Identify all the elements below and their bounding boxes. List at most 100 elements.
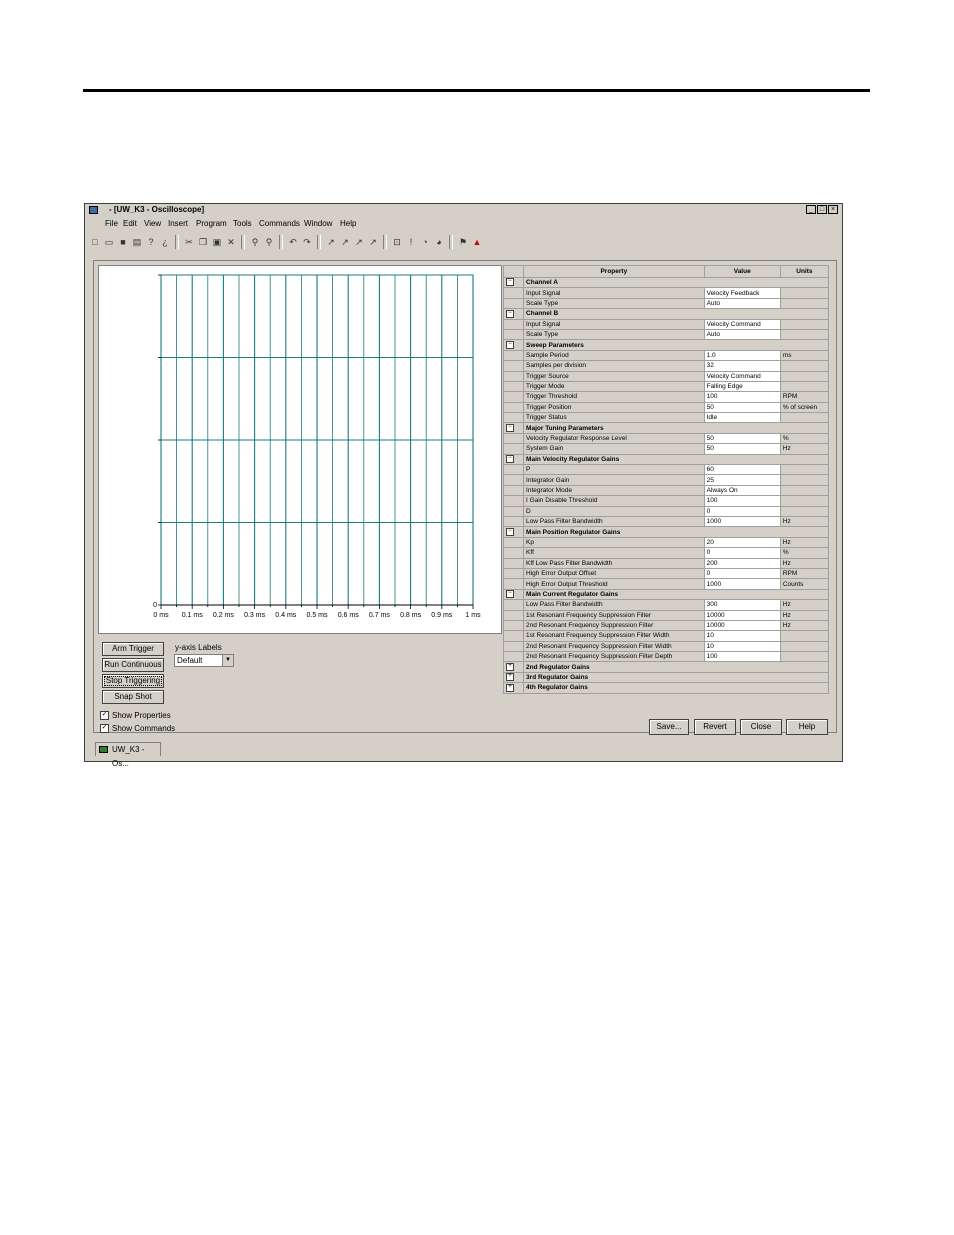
stop-icon[interactable]: ! bbox=[405, 236, 417, 248]
delete-icon[interactable]: ✕ bbox=[225, 236, 237, 248]
property-value[interactable]: 50 bbox=[703, 443, 781, 455]
expander-cell[interactable]: − bbox=[502, 276, 525, 289]
expander-cell[interactable]: − bbox=[502, 453, 525, 466]
property-category-row[interactable]: − Main Current Regulator Gains bbox=[502, 588, 829, 601]
property-category-row[interactable]: − Channel B bbox=[502, 308, 829, 320]
menu-insert[interactable]: Insert bbox=[168, 219, 188, 228]
property-value[interactable]: 10000 bbox=[703, 619, 781, 632]
property-row[interactable]: P 60 bbox=[502, 464, 830, 476]
property-row[interactable]: 1st Resonant Frequency Suppression Filte… bbox=[502, 630, 830, 642]
show-commands-checkbox[interactable]: ✓ Show Commands bbox=[100, 724, 175, 733]
expand-icon[interactable]: + bbox=[506, 662, 514, 671]
property-row[interactable]: Kp 20 Hz bbox=[502, 536, 830, 549]
collapse-icon[interactable]: − bbox=[506, 424, 514, 432]
property-row[interactable]: Low Pass Filter Bandwidth 1000 Hz bbox=[502, 515, 830, 528]
collapse-icon[interactable]: − bbox=[506, 590, 514, 599]
menu-program[interactable]: Program bbox=[196, 219, 227, 228]
menu-help[interactable]: Help bbox=[340, 219, 356, 228]
expand-icon[interactable]: + bbox=[506, 683, 514, 692]
expander-cell[interactable]: + bbox=[502, 682, 525, 694]
collapse-icon[interactable]: − bbox=[506, 309, 514, 318]
monitor-icon[interactable]: ◕ bbox=[433, 236, 445, 248]
expand-icon[interactable]: + bbox=[506, 673, 514, 682]
property-row[interactable]: Trigger Mode Falling Edge bbox=[502, 380, 830, 393]
property-row[interactable]: System Gain 50 Hz bbox=[502, 443, 830, 455]
property-row[interactable]: I Gain Disable Threshold 100 bbox=[502, 495, 830, 507]
print-icon[interactable]: ▤ bbox=[131, 236, 143, 248]
property-row[interactable]: D0 bbox=[502, 505, 830, 518]
expander-cell[interactable]: + bbox=[502, 671, 525, 684]
verify-icon[interactable]: ↗ bbox=[325, 236, 337, 248]
save-icon[interactable]: ■ bbox=[117, 236, 129, 248]
property-category-row[interactable]: +4th Regulator Gains bbox=[502, 682, 829, 694]
property-value[interactable]: 50 bbox=[703, 401, 781, 414]
property-row[interactable]: 2nd Resonant Frequency Suppression Filte… bbox=[502, 619, 830, 632]
property-row[interactable]: High Error Output Offset 0 RPM bbox=[502, 567, 830, 580]
property-category-row[interactable]: − Sweep Parameters bbox=[502, 339, 829, 351]
collapse-icon[interactable]: − bbox=[506, 527, 514, 536]
run-icon[interactable]: ◔ bbox=[419, 236, 431, 248]
expander-cell[interactable]: − bbox=[502, 526, 525, 538]
property-row[interactable]: Trigger Threshold 100 RPM bbox=[502, 391, 830, 403]
minimize-button[interactable]: _ bbox=[806, 205, 816, 214]
property-category-row[interactable]: − Main Velocity Regulator Gains bbox=[502, 453, 829, 466]
property-value[interactable]: Falling Edge bbox=[703, 380, 781, 393]
menu-commands[interactable]: Commands bbox=[259, 219, 300, 228]
open-icon[interactable]: ▭ bbox=[103, 236, 115, 248]
property-value[interactable]: 300 bbox=[703, 599, 781, 611]
property-row[interactable]: Sample Period 1.0 ms bbox=[502, 349, 830, 362]
compile-icon[interactable]: ↗ bbox=[339, 236, 351, 248]
new-icon[interactable]: □ bbox=[89, 236, 101, 248]
close-button[interactable]: Close bbox=[740, 719, 782, 735]
expander-cell[interactable]: − bbox=[502, 308, 525, 320]
tab-oscilloscope[interactable]: UW_K3 - Os... bbox=[95, 742, 161, 768]
property-row[interactable]: 2nd Resonant Frequency Suppression Filte… bbox=[502, 651, 830, 663]
collapse-icon[interactable]: − bbox=[506, 340, 514, 349]
find-icon[interactable]: ⚲ bbox=[249, 236, 261, 248]
property-value[interactable]: Velocity Feedback bbox=[703, 287, 781, 299]
property-row[interactable]: Samples per division 32 bbox=[502, 360, 830, 372]
property-row[interactable]: Integrator Mode Always On bbox=[502, 484, 830, 497]
snap-shot-button[interactable]: Snap Shot bbox=[102, 690, 164, 704]
app-icon[interactable] bbox=[89, 206, 98, 214]
expander-cell[interactable]: + bbox=[502, 661, 525, 673]
property-value[interactable]: 0 bbox=[703, 567, 781, 580]
run-continuous-button[interactable]: Run Continuous bbox=[102, 658, 164, 672]
property-value[interactable]: 1000 bbox=[703, 515, 781, 528]
help-button[interactable]: Help bbox=[786, 719, 828, 735]
maximize-button[interactable]: □ bbox=[817, 205, 827, 214]
property-value[interactable]: Always On bbox=[703, 484, 781, 497]
menu-edit[interactable]: Edit bbox=[123, 219, 137, 228]
property-value[interactable]: Velocity Command bbox=[703, 370, 781, 382]
copy-icon[interactable]: ❐ bbox=[197, 236, 209, 248]
chevron-down-icon[interactable]: ▼ bbox=[222, 655, 233, 666]
find-next-icon[interactable]: ⚲ bbox=[263, 236, 275, 248]
property-value[interactable]: 1.0 bbox=[703, 349, 781, 362]
property-row[interactable]: 1st Resonant Frequency Suppression Filte… bbox=[502, 609, 830, 621]
property-row[interactable]: Low Pass Filter Bandwidth 300 Hz bbox=[502, 599, 830, 611]
property-row[interactable]: 2nd Resonant Frequency Suppression Filte… bbox=[502, 640, 830, 653]
arm-trigger-button[interactable]: Arm Trigger bbox=[102, 642, 164, 656]
property-row[interactable]: Integrator Gain 25 bbox=[502, 474, 830, 486]
alarm-icon[interactable]: ▲ bbox=[471, 236, 483, 248]
menu-view[interactable]: View bbox=[144, 219, 161, 228]
property-value[interactable]: 60 bbox=[703, 464, 781, 476]
property-value[interactable]: 100 bbox=[703, 391, 781, 403]
property-value[interactable]: 32 bbox=[703, 360, 781, 372]
property-row[interactable]: Scale Type Auto bbox=[502, 297, 830, 310]
help-icon[interactable]: ? bbox=[145, 236, 157, 248]
expander-cell[interactable]: − bbox=[502, 588, 525, 601]
context-help-icon[interactable]: ¿ bbox=[159, 236, 171, 248]
title-bar[interactable]: - [UW_K3 - Oscilloscope] _ □ × bbox=[85, 204, 842, 216]
property-row[interactable]: Input Signal Velocity Command bbox=[502, 318, 830, 330]
property-value[interactable]: 0 bbox=[703, 505, 781, 518]
collapse-icon[interactable]: − bbox=[506, 455, 514, 464]
watch-icon[interactable]: ⚑ bbox=[457, 236, 469, 248]
property-value[interactable]: 10 bbox=[703, 630, 781, 642]
property-row[interactable]: Kff Low Pass Filter Bandwidth 200 Hz bbox=[502, 557, 830, 569]
value-column-header[interactable]: Value bbox=[703, 265, 781, 278]
property-value[interactable]: 10 bbox=[703, 640, 781, 653]
units-column-header[interactable]: Units bbox=[779, 265, 830, 278]
stop-triggering-button[interactable]: Stop Triggering bbox=[102, 674, 164, 688]
collapse-icon[interactable]: − bbox=[506, 278, 514, 287]
